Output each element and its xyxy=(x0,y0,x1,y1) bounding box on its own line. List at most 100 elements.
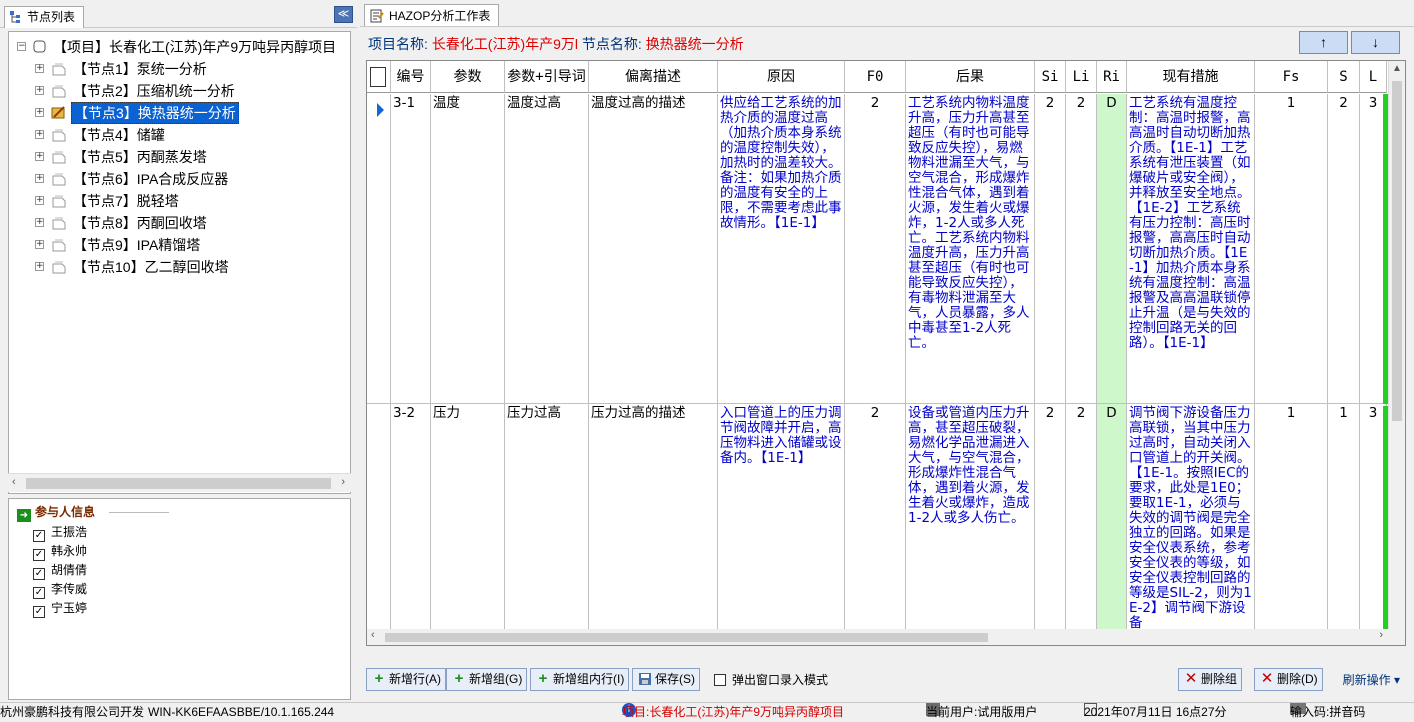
expand-icon[interactable]: + xyxy=(35,262,44,271)
select-all-box[interactable] xyxy=(370,67,386,87)
scroll-thumb[interactable] xyxy=(26,478,331,489)
column-header[interactable]: 参数+引导词 xyxy=(505,61,589,93)
save-button[interactable]: 保存(S) xyxy=(632,668,700,691)
participant-item[interactable]: ✓ 胡倩倩 xyxy=(33,561,87,580)
add-row-button[interactable]: + 新增行(A) xyxy=(366,668,446,691)
add-group-row-button[interactable]: + 新增组内行(I) xyxy=(530,668,630,691)
expand-icon[interactable]: + xyxy=(35,64,44,73)
select-all-header[interactable] xyxy=(367,61,391,93)
tree-node-label: 【节点8】丙酮回收塔 xyxy=(73,215,207,231)
participant-item[interactable]: ✓ 宁玉婷 xyxy=(33,599,87,618)
add-group-button[interactable]: + 新增组(G) xyxy=(446,668,528,691)
checkbox-box[interactable] xyxy=(714,674,726,686)
delete-button[interactable]: ✕ 删除(D) xyxy=(1254,668,1323,691)
scroll-thumb[interactable] xyxy=(385,633,988,642)
cell-consequence[interactable]: 工艺系统内物料温度升高，压力升高甚至超压（有时也可能导致反应失控），易燃物料泄漏… xyxy=(906,94,1035,404)
column-header[interactable]: Li xyxy=(1066,61,1097,93)
cell-param-guide[interactable]: 压力过高 xyxy=(505,404,589,645)
cell-param[interactable]: 温度 xyxy=(431,94,505,404)
checkbox-checked[interactable]: ✓ xyxy=(33,530,45,542)
participant-item[interactable]: ✓ 王振浩 xyxy=(33,523,87,542)
column-header[interactable]: L xyxy=(1360,61,1387,93)
cell-fs[interactable]: 1 xyxy=(1255,94,1328,404)
cell-cause[interactable]: 入口管道上的压力调节阀故障并开启，高压物料进入储罐或设备内。【1E-1】 xyxy=(718,404,845,645)
cell-li[interactable]: 2 xyxy=(1066,404,1097,645)
scroll-left-icon[interactable]: ‹ xyxy=(371,629,375,641)
expand-icon[interactable]: + xyxy=(35,174,44,183)
cell-si[interactable]: 2 xyxy=(1035,94,1066,404)
cell-measures[interactable]: 工艺系统有温度控制：高温时报警，高高温时自动切断加热介质。【1E-1】工艺系统有… xyxy=(1127,94,1255,404)
expand-icon[interactable]: + xyxy=(35,130,44,139)
scroll-thumb[interactable] xyxy=(1392,81,1402,421)
tree-root-label: 【项目】长春化工(江苏)年产9万吨异丙醇项目 xyxy=(53,39,337,55)
checkbox-checked[interactable]: ✓ xyxy=(33,549,45,561)
plus-icon: + xyxy=(538,670,548,687)
hazop-grid[interactable]: 编号 参数 参数+引导词 偏离描述 原因 F0 后果 Si Li Ri 现有措施 Fs S L 3-1 温度… xyxy=(366,60,1406,646)
cell-deviation[interactable]: 温度过高的描述 xyxy=(589,94,718,404)
column-header[interactable]: 参数 xyxy=(431,61,505,93)
column-header[interactable]: Ri xyxy=(1097,61,1127,93)
project-info: 项目名称: 长春化工(江苏)年产9万l 节点名称: 换热器统一分析 xyxy=(368,34,744,54)
status-bar: 杭州豪鹏科技有限公司开发 WIN-KK6EFAASBBE/10.1.165.24… xyxy=(0,702,1414,722)
ime-text: 输入码:拼音码 xyxy=(1290,705,1366,719)
move-up-button[interactable]: ↑ xyxy=(1299,31,1348,54)
column-header[interactable]: 编号 xyxy=(391,61,431,93)
scroll-left-icon[interactable]: ‹ xyxy=(12,476,16,488)
cell-consequence[interactable]: 设备或管道内压力升高，甚至超压破裂，易燃化学品泄漏进入大气，与空气混合，形成爆炸… xyxy=(906,404,1035,645)
expand-icon[interactable]: + xyxy=(35,196,44,205)
checkbox-checked[interactable]: ✓ xyxy=(33,587,45,599)
node-tree[interactable]: − 【项目】长春化工(江苏)年产9万吨异丙醇项目 + 【节点1】泵统一分析 + 【节点… xyxy=(8,31,351,494)
cell-ri[interactable]: D xyxy=(1097,404,1127,645)
column-header[interactable]: 现有措施 xyxy=(1127,61,1255,93)
row-selector[interactable] xyxy=(367,94,391,404)
tab-hazop-worksheet[interactable]: HAZOP分析工作表 xyxy=(364,4,500,26)
cell-deviation[interactable]: 压力过高的描述 xyxy=(589,404,718,645)
column-header[interactable]: 偏离描述 xyxy=(589,61,718,93)
popup-mode-checkbox[interactable]: 弹出窗口录入模式 xyxy=(714,671,828,688)
cell-li[interactable]: 2 xyxy=(1066,94,1097,404)
cell-f0[interactable]: 2 xyxy=(845,94,906,404)
cell-si[interactable]: 2 xyxy=(1035,404,1066,645)
grid-horizontal-scrollbar[interactable]: ‹ › xyxy=(367,629,1405,645)
expand-icon[interactable]: + xyxy=(35,152,44,161)
column-header[interactable]: S xyxy=(1328,61,1360,93)
x-icon: ✕ xyxy=(1184,670,1198,687)
column-header[interactable]: Si xyxy=(1035,61,1066,93)
cell-s[interactable]: 1 xyxy=(1328,404,1360,645)
tab-node-list[interactable]: 节点列表 xyxy=(4,6,85,28)
participant-item[interactable]: ✓ 李传威 xyxy=(33,580,87,599)
cell-id[interactable]: 3-2 xyxy=(391,404,431,645)
node-name-label: 节点名称: xyxy=(581,36,642,52)
collapse-icon[interactable]: − xyxy=(17,42,26,51)
cell-id[interactable]: 3-1 xyxy=(391,94,431,404)
expand-icon[interactable]: + xyxy=(35,86,44,95)
column-header[interactable]: 后果 xyxy=(906,61,1035,93)
expand-icon[interactable]: + xyxy=(35,218,44,227)
move-down-button[interactable]: ↓ xyxy=(1351,31,1400,54)
collapse-panel-button[interactable]: ≪ xyxy=(334,6,353,23)
delete-group-button[interactable]: ✕ 删除组 xyxy=(1178,668,1243,691)
scroll-up-icon[interactable]: ▲ xyxy=(1392,63,1402,74)
expand-icon[interactable]: + xyxy=(35,108,44,117)
cell-ri[interactable]: D xyxy=(1097,94,1127,404)
column-header[interactable]: 原因 xyxy=(718,61,845,93)
refresh-menu[interactable]: 刷新操作 ▾ xyxy=(1343,671,1400,688)
column-header[interactable]: Fs xyxy=(1255,61,1328,93)
checkbox-checked[interactable]: ✓ xyxy=(33,606,45,618)
grid-vertical-scrollbar[interactable]: ▲ xyxy=(1388,61,1405,645)
tree-horizontal-scrollbar[interactable]: ‹ › xyxy=(8,473,351,492)
scroll-right-icon[interactable]: › xyxy=(341,476,345,488)
scroll-right-icon[interactable]: › xyxy=(1379,629,1383,641)
cell-f0[interactable]: 2 xyxy=(845,404,906,645)
column-header[interactable]: F0 xyxy=(845,61,906,93)
checkbox-checked[interactable]: ✓ xyxy=(33,568,45,580)
cell-param[interactable]: 压力 xyxy=(431,404,505,645)
cell-s[interactable]: 2 xyxy=(1328,94,1360,404)
cell-measures[interactable]: 调节阀下游设备压力高联锁，当其中压力过高时，自动关闭入口管道上的开关阀。【1E-… xyxy=(1127,404,1255,645)
row-selector[interactable] xyxy=(367,404,391,645)
cell-fs[interactable]: 1 xyxy=(1255,404,1328,645)
cell-cause[interactable]: 供应给工艺系统的加热介质的温度过高（加热介质本身系统的温度控制失效），加热时的温… xyxy=(718,94,845,404)
participant-item[interactable]: ✓ 韩永帅 xyxy=(33,542,87,561)
expand-icon[interactable]: + xyxy=(35,240,44,249)
cell-param-guide[interactable]: 温度过高 xyxy=(505,94,589,404)
